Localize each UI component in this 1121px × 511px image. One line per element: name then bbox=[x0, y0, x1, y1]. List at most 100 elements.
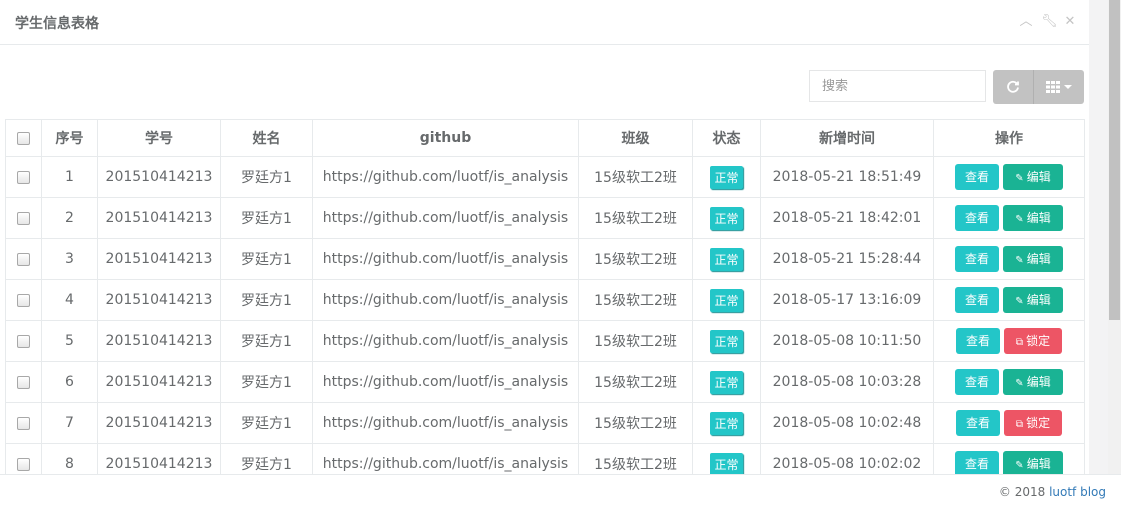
row-checkbox[interactable] bbox=[17, 211, 30, 225]
lock-external-icon: ⧉ bbox=[1015, 419, 1024, 430]
col-header-name[interactable]: 姓名 bbox=[220, 119, 313, 157]
wrench-icon[interactable]: 🔧︎ bbox=[1041, 15, 1058, 29]
cell-name: 罗廷方1 bbox=[220, 402, 313, 444]
cell-student-id: 201510414213 bbox=[97, 238, 221, 280]
cell-student-id: 201510414213 bbox=[97, 320, 221, 362]
row-select-cell bbox=[5, 320, 42, 362]
row-checkbox[interactable] bbox=[17, 334, 30, 348]
columns-toggle-button[interactable] bbox=[1033, 70, 1084, 104]
row-checkbox[interactable] bbox=[17, 457, 30, 471]
view-button[interactable]: 查看 bbox=[956, 328, 1000, 354]
col-header-class[interactable]: 班级 bbox=[578, 119, 693, 157]
edit-button[interactable]: ✎ 编辑 bbox=[1003, 287, 1063, 313]
view-button[interactable]: 查看 bbox=[955, 287, 999, 313]
close-icon[interactable]: ✕ bbox=[1063, 15, 1077, 29]
panel-title: 学生信息表格 bbox=[15, 16, 99, 32]
cell-index: 6 bbox=[41, 361, 98, 403]
cell-created-time: 2018-05-17 13:16:09 bbox=[760, 279, 934, 321]
col-header-index[interactable]: 序号 bbox=[41, 119, 98, 157]
row-checkbox[interactable] bbox=[17, 170, 30, 184]
table-row[interactable]: 4 201510414213 罗廷方1 https://github.com/luot… bbox=[5, 279, 1085, 321]
cell-actions: 查看 ⧉ 锁定 bbox=[933, 402, 1085, 444]
action-label: 锁定 bbox=[1026, 334, 1051, 348]
cell-status: 正常 bbox=[692, 238, 761, 280]
cell-student-id: 201510414213 bbox=[97, 443, 221, 474]
select-all-checkbox[interactable] bbox=[17, 131, 30, 145]
edit-button[interactable]: ✎ 编辑 bbox=[1003, 451, 1063, 474]
edit-button[interactable]: ✎ 编辑 bbox=[1003, 164, 1063, 190]
blog-link[interactable]: luotf blog bbox=[1049, 485, 1106, 499]
lock-button[interactable]: ⧉ 锁定 bbox=[1004, 410, 1062, 436]
edit-button[interactable]: ✎ 编辑 bbox=[1003, 205, 1063, 231]
cell-status: 正常 bbox=[692, 156, 761, 198]
cell-actions: 查看 ✎ 编辑 bbox=[933, 238, 1085, 280]
cell-student-id: 201510414213 bbox=[97, 197, 221, 239]
student-info-panel: 学生信息表格 ︿ 🔧︎ ✕ 搜索 序号 学号 姓名 github 班级 状态 新… bbox=[0, 0, 1089, 474]
row-checkbox[interactable] bbox=[17, 293, 30, 307]
col-header-created-time[interactable]: 新增时间 bbox=[760, 119, 934, 157]
row-select-cell bbox=[5, 197, 42, 239]
view-button[interactable]: 查看 bbox=[955, 205, 999, 231]
row-checkbox[interactable] bbox=[17, 416, 30, 430]
edit-icon: ✎ bbox=[1015, 378, 1024, 389]
view-button[interactable]: 查看 bbox=[955, 164, 999, 190]
table-row[interactable]: 6 201510414213 罗廷方1 https://github.com/luot… bbox=[5, 361, 1085, 403]
row-select-cell bbox=[5, 402, 42, 444]
copyright-text: © 2018 bbox=[998, 485, 1046, 499]
cell-name: 罗廷方1 bbox=[220, 361, 313, 403]
grid-columns-icon bbox=[1046, 81, 1060, 93]
cell-class: 15级软工2班 bbox=[578, 361, 693, 403]
cell-created-time: 2018-05-21 15:28:44 bbox=[760, 238, 934, 280]
search-input[interactable] bbox=[809, 70, 986, 102]
table-row[interactable]: 8 201510414213 罗廷方1 https://github.com/luot… bbox=[5, 443, 1085, 474]
cell-class: 15级软工2班 bbox=[578, 156, 693, 198]
caret-down-icon bbox=[1064, 85, 1072, 89]
view-button[interactable]: 查看 bbox=[955, 451, 999, 474]
table-row[interactable]: 7 201510414213 罗廷方1 https://github.com/luot… bbox=[5, 402, 1085, 444]
cell-github: https://github.com/luotf/is_analysis bbox=[312, 156, 579, 198]
toolbar-button-group bbox=[993, 70, 1084, 104]
action-label: 编辑 bbox=[1026, 457, 1051, 471]
select-all-cell bbox=[5, 119, 42, 157]
page-scrollbar[interactable] bbox=[1108, 0, 1121, 474]
cell-index: 3 bbox=[41, 238, 98, 280]
cell-github: https://github.com/luotf/is_analysis bbox=[312, 443, 579, 474]
col-header-github[interactable]: github bbox=[312, 119, 579, 157]
action-label: 编辑 bbox=[1026, 170, 1051, 184]
chevron-up-icon[interactable]: ︿ bbox=[1019, 15, 1033, 29]
refresh-button[interactable] bbox=[993, 70, 1033, 104]
edit-icon: ✎ bbox=[1015, 296, 1024, 307]
edit-button[interactable]: ✎ 编辑 bbox=[1003, 246, 1063, 272]
row-checkbox[interactable] bbox=[17, 375, 30, 389]
col-header-student-id[interactable]: 学号 bbox=[97, 119, 221, 157]
status-badge: 正常 bbox=[710, 370, 743, 394]
cell-status: 正常 bbox=[692, 320, 761, 362]
lock-button[interactable]: ⧉ 锁定 bbox=[1004, 328, 1062, 354]
status-badge: 正常 bbox=[710, 165, 743, 189]
scrollbar-thumb[interactable] bbox=[1109, 0, 1120, 320]
table-row[interactable]: 2 201510414213 罗廷方1 https://github.com/luot… bbox=[5, 197, 1085, 239]
status-badge: 正常 bbox=[710, 411, 743, 435]
col-header-status[interactable]: 状态 bbox=[692, 119, 761, 157]
cell-index: 2 bbox=[41, 197, 98, 239]
edit-icon: ✎ bbox=[1015, 460, 1024, 471]
cell-index: 4 bbox=[41, 279, 98, 321]
cell-class: 15级软工2班 bbox=[578, 197, 693, 239]
status-badge: 正常 bbox=[710, 247, 743, 271]
cell-index: 1 bbox=[41, 156, 98, 198]
cell-created-time: 2018-05-08 10:02:48 bbox=[760, 402, 934, 444]
table-row[interactable]: 3 201510414213 罗廷方1 https://github.com/luot… bbox=[5, 238, 1085, 280]
edit-icon: ✎ bbox=[1015, 173, 1024, 184]
view-button[interactable]: 查看 bbox=[955, 246, 999, 272]
cell-status: 正常 bbox=[692, 279, 761, 321]
cell-name: 罗廷方1 bbox=[220, 156, 313, 198]
edit-button[interactable]: ✎ 编辑 bbox=[1003, 369, 1063, 395]
cell-status: 正常 bbox=[692, 443, 761, 474]
table-row[interactable]: 5 201510414213 罗廷方1 https://github.com/luot… bbox=[5, 320, 1085, 362]
view-button[interactable]: 查看 bbox=[955, 369, 999, 395]
view-button[interactable]: 查看 bbox=[956, 410, 1000, 436]
table-row[interactable]: 1 201510414213 罗廷方1 https://github.com/luot… bbox=[5, 156, 1085, 198]
row-checkbox[interactable] bbox=[17, 252, 30, 266]
cell-class: 15级软工2班 bbox=[578, 402, 693, 444]
cell-github: https://github.com/luotf/is_analysis bbox=[312, 238, 579, 280]
